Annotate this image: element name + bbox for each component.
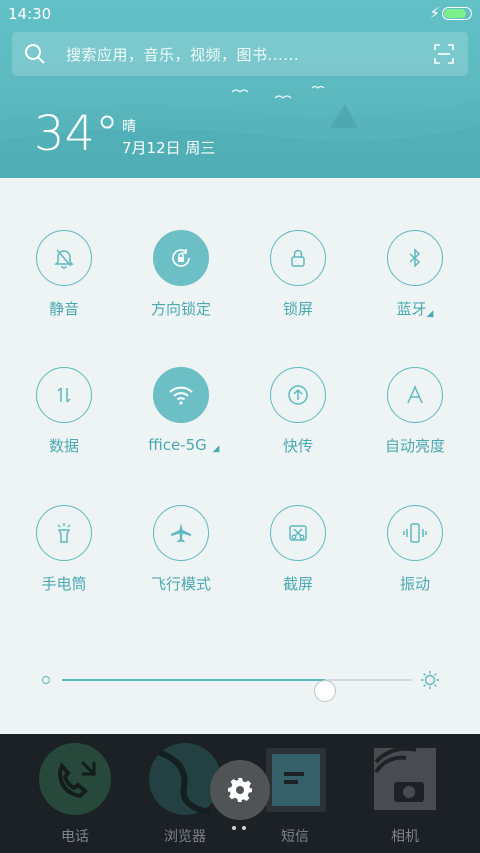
rotation-lock-icon (153, 230, 209, 286)
brightness-fill (62, 679, 325, 681)
toggle-label: 自动亮度 (384, 437, 445, 455)
toggle-label: ffice-5G ◢ (148, 436, 220, 454)
toggle-label: 静音 (48, 300, 79, 318)
bluetooth-icon (387, 230, 443, 286)
brightness-low-icon (42, 676, 50, 684)
scan-icon[interactable] (434, 44, 454, 64)
temperature: 34° (34, 106, 120, 162)
toggle-label: 蓝牙◢ (396, 300, 434, 319)
phone-icon (39, 743, 111, 815)
brightness-slider[interactable] (36, 668, 446, 702)
toggle-label: 飞行模式 (150, 575, 211, 593)
toggle-label: 快传 (282, 437, 313, 455)
page-indicator (232, 826, 248, 832)
lock-icon (270, 230, 326, 286)
toggle-flashlight[interactable]: 手电筒 (9, 505, 119, 594)
sms-icon (266, 748, 326, 812)
search-bar[interactable]: 搜索应用，音乐，视频，图书...... (12, 32, 468, 76)
page-dot-active (242, 826, 246, 830)
toggle-screenshot[interactable]: 截屏 (243, 505, 353, 594)
clock: 14:30 (8, 5, 52, 23)
brightness-thumb[interactable] (313, 680, 336, 702)
wifi-icon (153, 367, 209, 423)
toggle-mute[interactable]: 静音 (9, 230, 119, 319)
toggle-label: 振动 (399, 575, 430, 593)
search-placeholder: 搜索应用，音乐，视频，图书...... (66, 46, 300, 64)
app-camera[interactable]: 相机 (360, 742, 450, 846)
toggle-quick-transfer[interactable]: 快传 (243, 367, 353, 456)
battery-icon (442, 7, 472, 20)
page-dot (232, 826, 236, 830)
toggle-label: 手电筒 (41, 575, 87, 593)
toggle-auto-brightness[interactable]: 自动亮度 (360, 367, 470, 456)
camera-icon (374, 746, 436, 810)
toggle-wifi[interactable]: ffice-5G ◢ (126, 367, 236, 454)
toggle-label: 方向锁定 (150, 300, 211, 318)
upload-icon (270, 367, 326, 423)
weather-date: 7月12日 周三 (122, 139, 216, 157)
toggle-data[interactable]: 数据 (9, 367, 119, 456)
search-icon (25, 44, 45, 64)
toggle-label: 截屏 (282, 575, 313, 593)
vibrate-icon (387, 505, 443, 561)
app-label: 短信 (281, 829, 309, 845)
bell-off-icon (36, 230, 92, 286)
toggle-label: 锁屏 (282, 300, 313, 318)
toggle-rotation-lock[interactable]: 方向锁定 (126, 230, 236, 319)
quick-settings-panel: 静音 方向锁定 锁屏 蓝牙◢ 数据 ffice-5G ◢ 快传 自动亮度 手电筒… (0, 178, 480, 734)
weather-header: 14:30 ⚡ 搜索应用，音乐，视频，图书...... 34° 晴 7月12日 … (0, 0, 480, 178)
app-label: 相机 (391, 829, 419, 845)
toggle-label: 数据 (48, 437, 79, 455)
bolt-icon: ⚡ (429, 4, 440, 22)
gear-icon (228, 778, 252, 802)
weather-condition: 晴 (122, 119, 136, 135)
toggle-vibrate[interactable]: 振动 (360, 505, 470, 594)
status-bar: 14:30 ⚡ (0, 0, 480, 28)
settings-button[interactable] (210, 760, 270, 820)
brightness-high-icon (421, 671, 439, 689)
airplane-icon (153, 505, 209, 561)
brightness-track[interactable] (62, 679, 412, 702)
app-label: 电话 (61, 829, 89, 845)
data-arrows-icon (36, 367, 92, 423)
toggle-lock-screen[interactable]: 锁屏 (243, 230, 353, 319)
toggle-bluetooth[interactable]: 蓝牙◢ (360, 230, 470, 319)
auto-brightness-icon (387, 367, 443, 423)
flashlight-icon (36, 505, 92, 561)
app-phone[interactable]: 电话 (30, 742, 120, 846)
screenshot-icon (270, 505, 326, 561)
expand-triangle-icon: ◢ (426, 309, 434, 319)
toggle-airplane[interactable]: 飞行模式 (126, 505, 236, 594)
expand-triangle-icon: ◢ (212, 444, 220, 454)
app-label: 浏览器 (164, 829, 206, 845)
